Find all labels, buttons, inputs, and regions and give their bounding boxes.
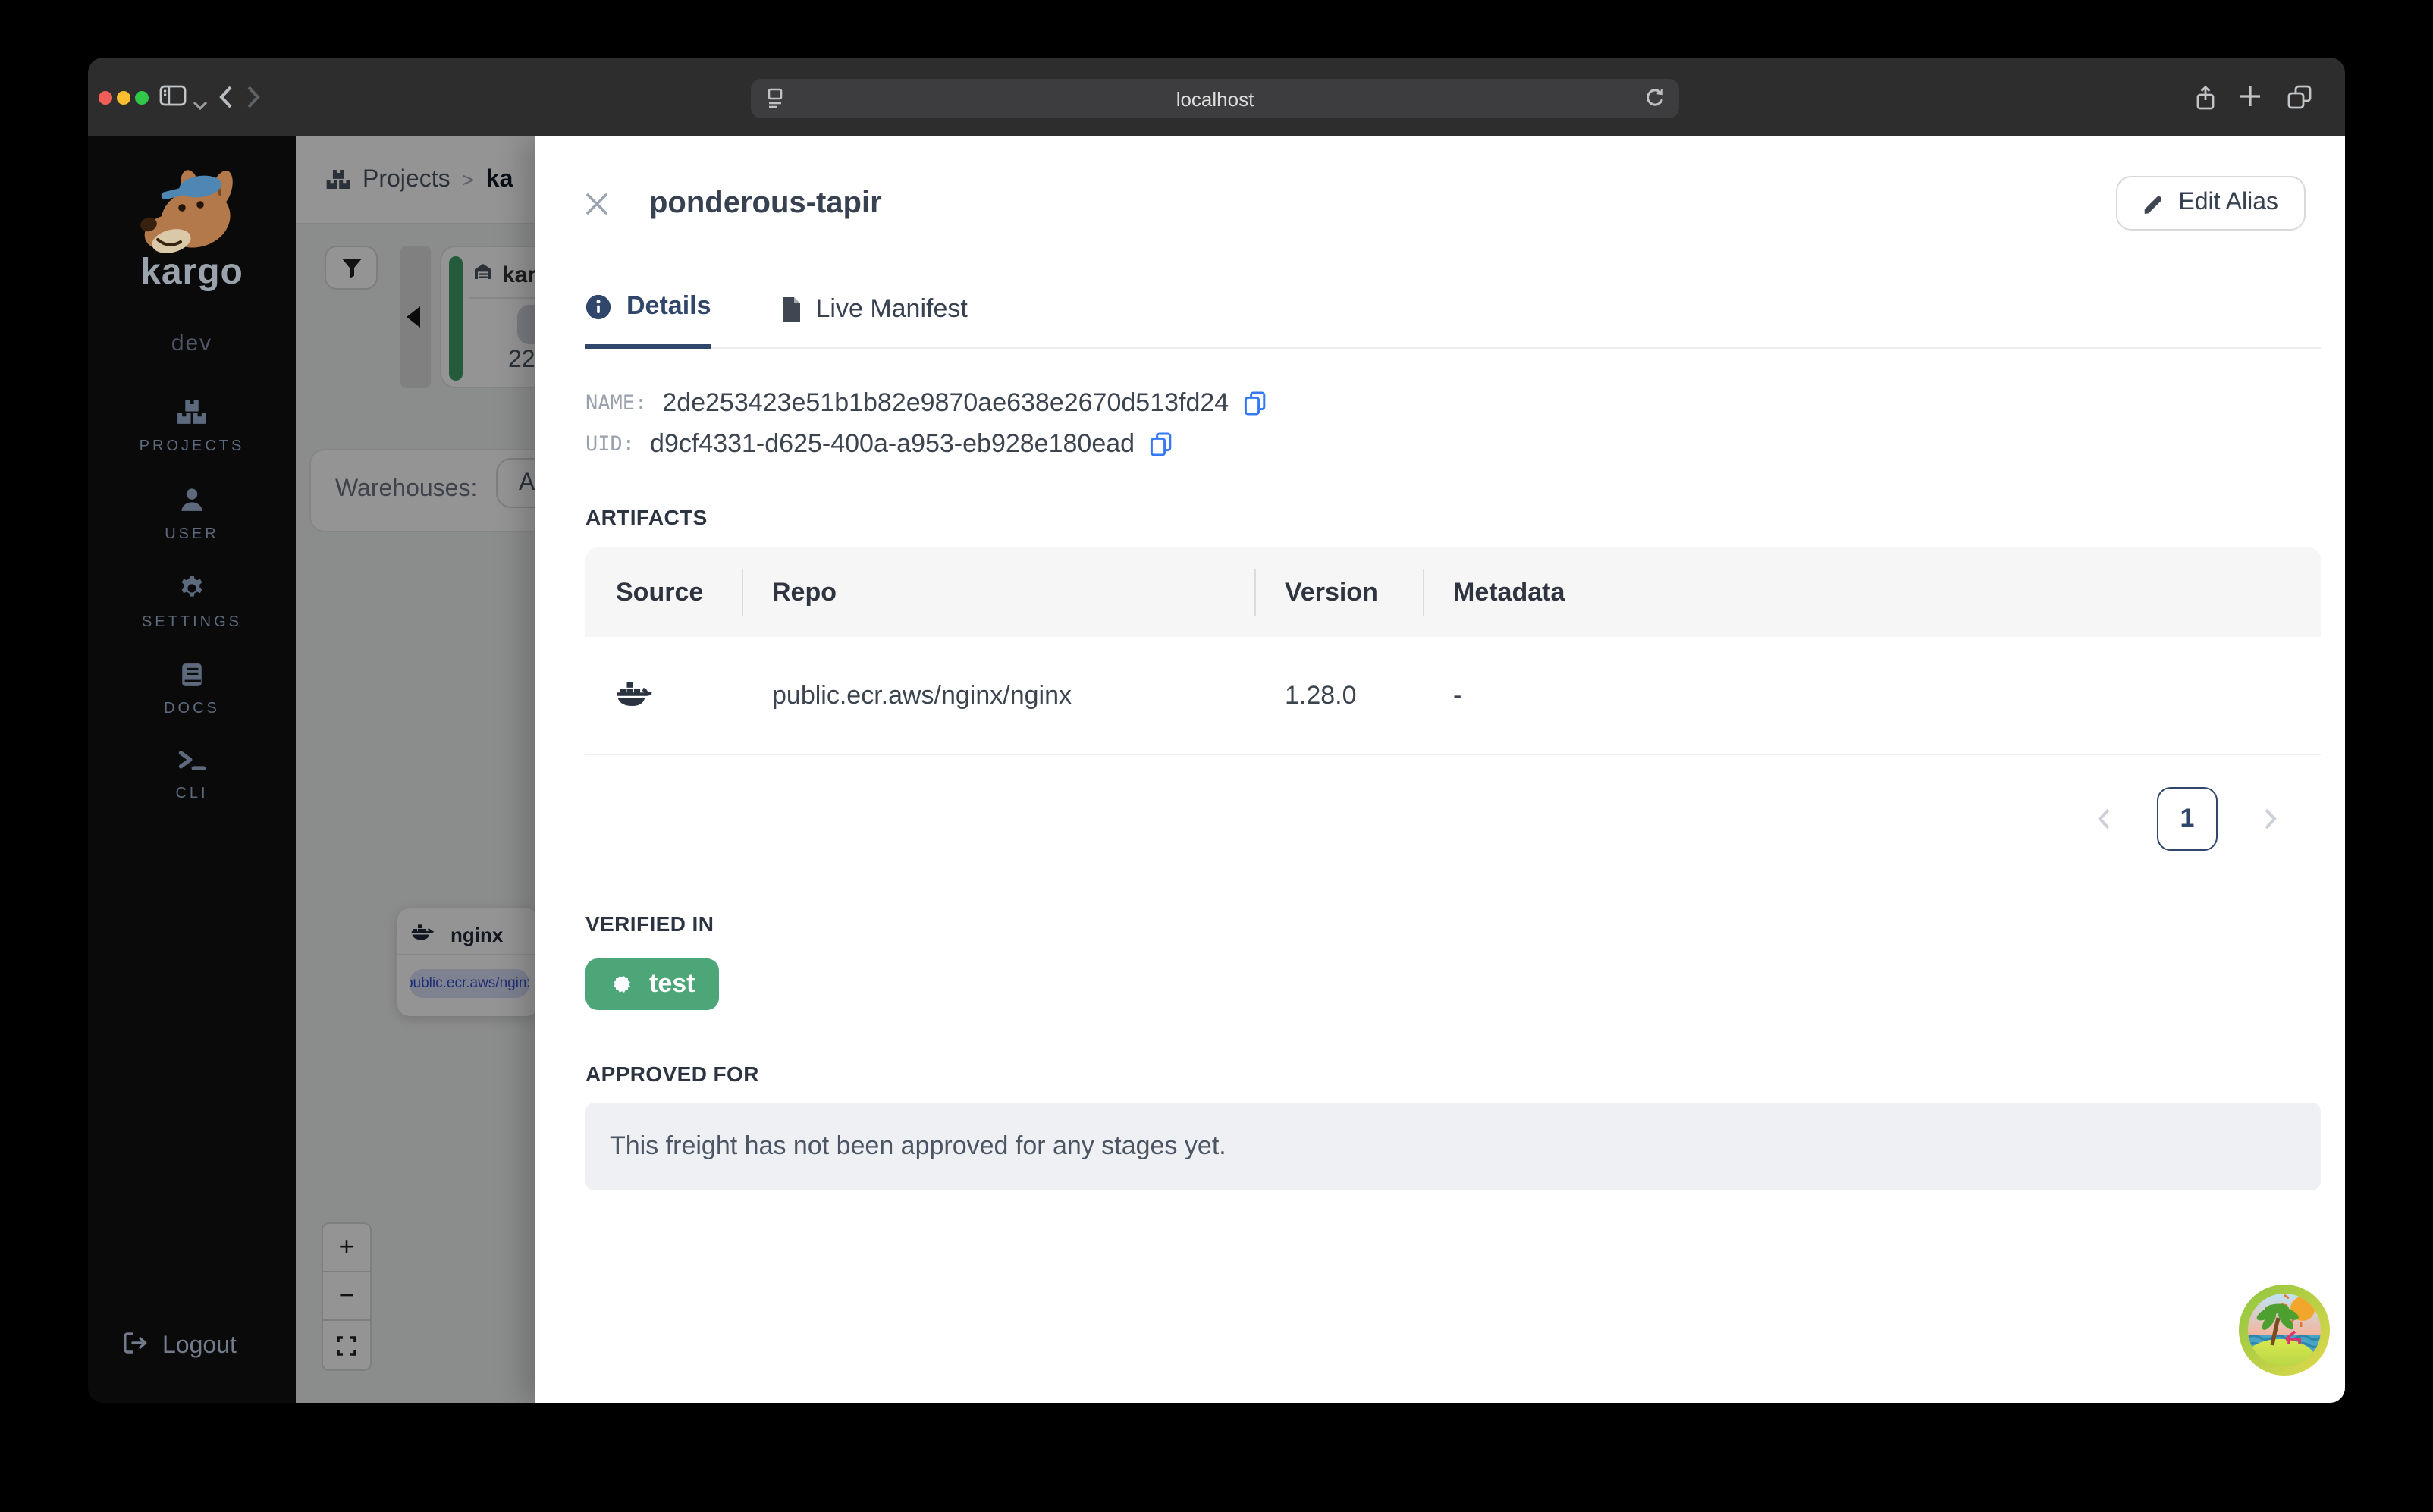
freight-name-value: 2de253423e51b1b82e9870ae638e2670d513fd24 [662, 387, 1229, 416]
forward-button[interactable] [246, 85, 261, 117]
close-icon[interactable] [585, 192, 608, 215]
artifact-version: 1.28.0 [1285, 680, 1357, 709]
edit-alias-button[interactable]: Edit Alias [2116, 176, 2306, 231]
tab-details[interactable]: Details [585, 291, 711, 349]
traffic-close-button[interactable] [99, 91, 112, 105]
next-page-icon[interactable] [2263, 807, 2278, 831]
gear-icon [179, 575, 205, 608]
terminal-icon [177, 749, 206, 780]
browser-window: localhost kargo dev PROJECTS USER SETTIN… [88, 58, 2345, 1403]
freight-name-row: NAME: 2de253423e51b1b82e9870ae638e2670d5… [585, 382, 2345, 423]
file-icon [782, 297, 800, 322]
page-number-button[interactable]: 1 [2157, 787, 2218, 851]
traffic-zoom-button[interactable] [135, 91, 149, 105]
artifacts-section-label: ARTIFACTS [585, 505, 708, 529]
tropical-island-badge[interactable] [2239, 1285, 2330, 1376]
environment-label: dev [171, 331, 213, 356]
sidebar-item-user[interactable]: USER [165, 487, 219, 543]
info-circle-icon [585, 293, 611, 319]
new-tab-icon[interactable] [2239, 85, 2262, 115]
sidebar: kargo dev PROJECTS USER SETTINGS DOCS CL… [88, 136, 296, 1403]
kargo-logo [140, 170, 232, 253]
chevron-down-icon[interactable] [193, 91, 208, 118]
traffic-minimize-button[interactable] [117, 91, 130, 105]
prev-page-icon[interactable] [2096, 807, 2111, 831]
sidebar-item-settings[interactable]: SETTINGS [142, 575, 242, 631]
main-content: Projects > ka karg 22 Warehouses: All ng… [296, 136, 2345, 1403]
url-text: localhost [1176, 87, 1254, 110]
freight-uid-row: UID: d9cf4331-d625-400a-a953-eb928e180ea… [585, 423, 2345, 464]
refresh-icon[interactable] [1643, 86, 1665, 114]
app-name: kargo [140, 252, 243, 293]
stage-seal-icon [614, 976, 630, 993]
sidebar-item-projects[interactable]: PROJECTS [140, 400, 245, 455]
book-icon [179, 663, 205, 695]
sidebar-toggle-icon[interactable] [159, 85, 187, 114]
artifacts-pagination: 1 [535, 787, 2278, 851]
sidebar-item-cli[interactable]: CLI [175, 749, 208, 802]
docker-image-icon [616, 677, 652, 714]
projects-icon [177, 400, 206, 432]
approved-for-empty-message: This freight has not been approved for a… [585, 1103, 2321, 1190]
back-button[interactable] [218, 85, 234, 117]
share-icon[interactable] [2193, 85, 2218, 118]
artifact-row[interactable]: public.ecr.aws/nginx/nginx 1.28.0 - [585, 637, 2321, 755]
user-icon [179, 487, 205, 520]
freight-details-drawer: ponderous-tapir Edit Alias Details Live … [535, 136, 2345, 1403]
freight-uid-value: d9cf4331-d625-400a-a953-eb928e180ead [650, 428, 1135, 457]
copy-uid-icon[interactable] [1150, 431, 1173, 456]
verified-stage-badge[interactable]: test [585, 958, 720, 1010]
reader-icon [764, 86, 786, 115]
logout-button[interactable]: Logout [123, 1332, 237, 1362]
sidebar-item-docs[interactable]: DOCS [164, 663, 220, 717]
tab-live-manifest[interactable]: Live Manifest [781, 294, 968, 347]
copy-name-icon[interactable] [1244, 391, 1267, 415]
verified-in-label: VERIFIED IN [585, 911, 714, 936]
artifacts-table-header: Source Repo Version Metadata [585, 547, 2321, 637]
approved-for-label: APPROVED FOR [585, 1062, 759, 1086]
browser-titlebar: localhost [88, 58, 2345, 136]
logout-icon [123, 1332, 149, 1362]
artifact-metadata: - [1453, 680, 1462, 709]
address-bar[interactable]: localhost [751, 79, 1679, 118]
artifact-repo: public.ecr.aws/nginx/nginx [772, 680, 1072, 709]
pencil-icon [2145, 196, 2162, 214]
artifacts-table: Source Repo Version Metadata public.ecr.… [585, 547, 2321, 755]
tab-overview-icon[interactable] [2287, 85, 2312, 117]
freight-alias-title: ponderous-tapir [649, 186, 882, 219]
drawer-tabs: Details Live Manifest [585, 291, 2321, 349]
